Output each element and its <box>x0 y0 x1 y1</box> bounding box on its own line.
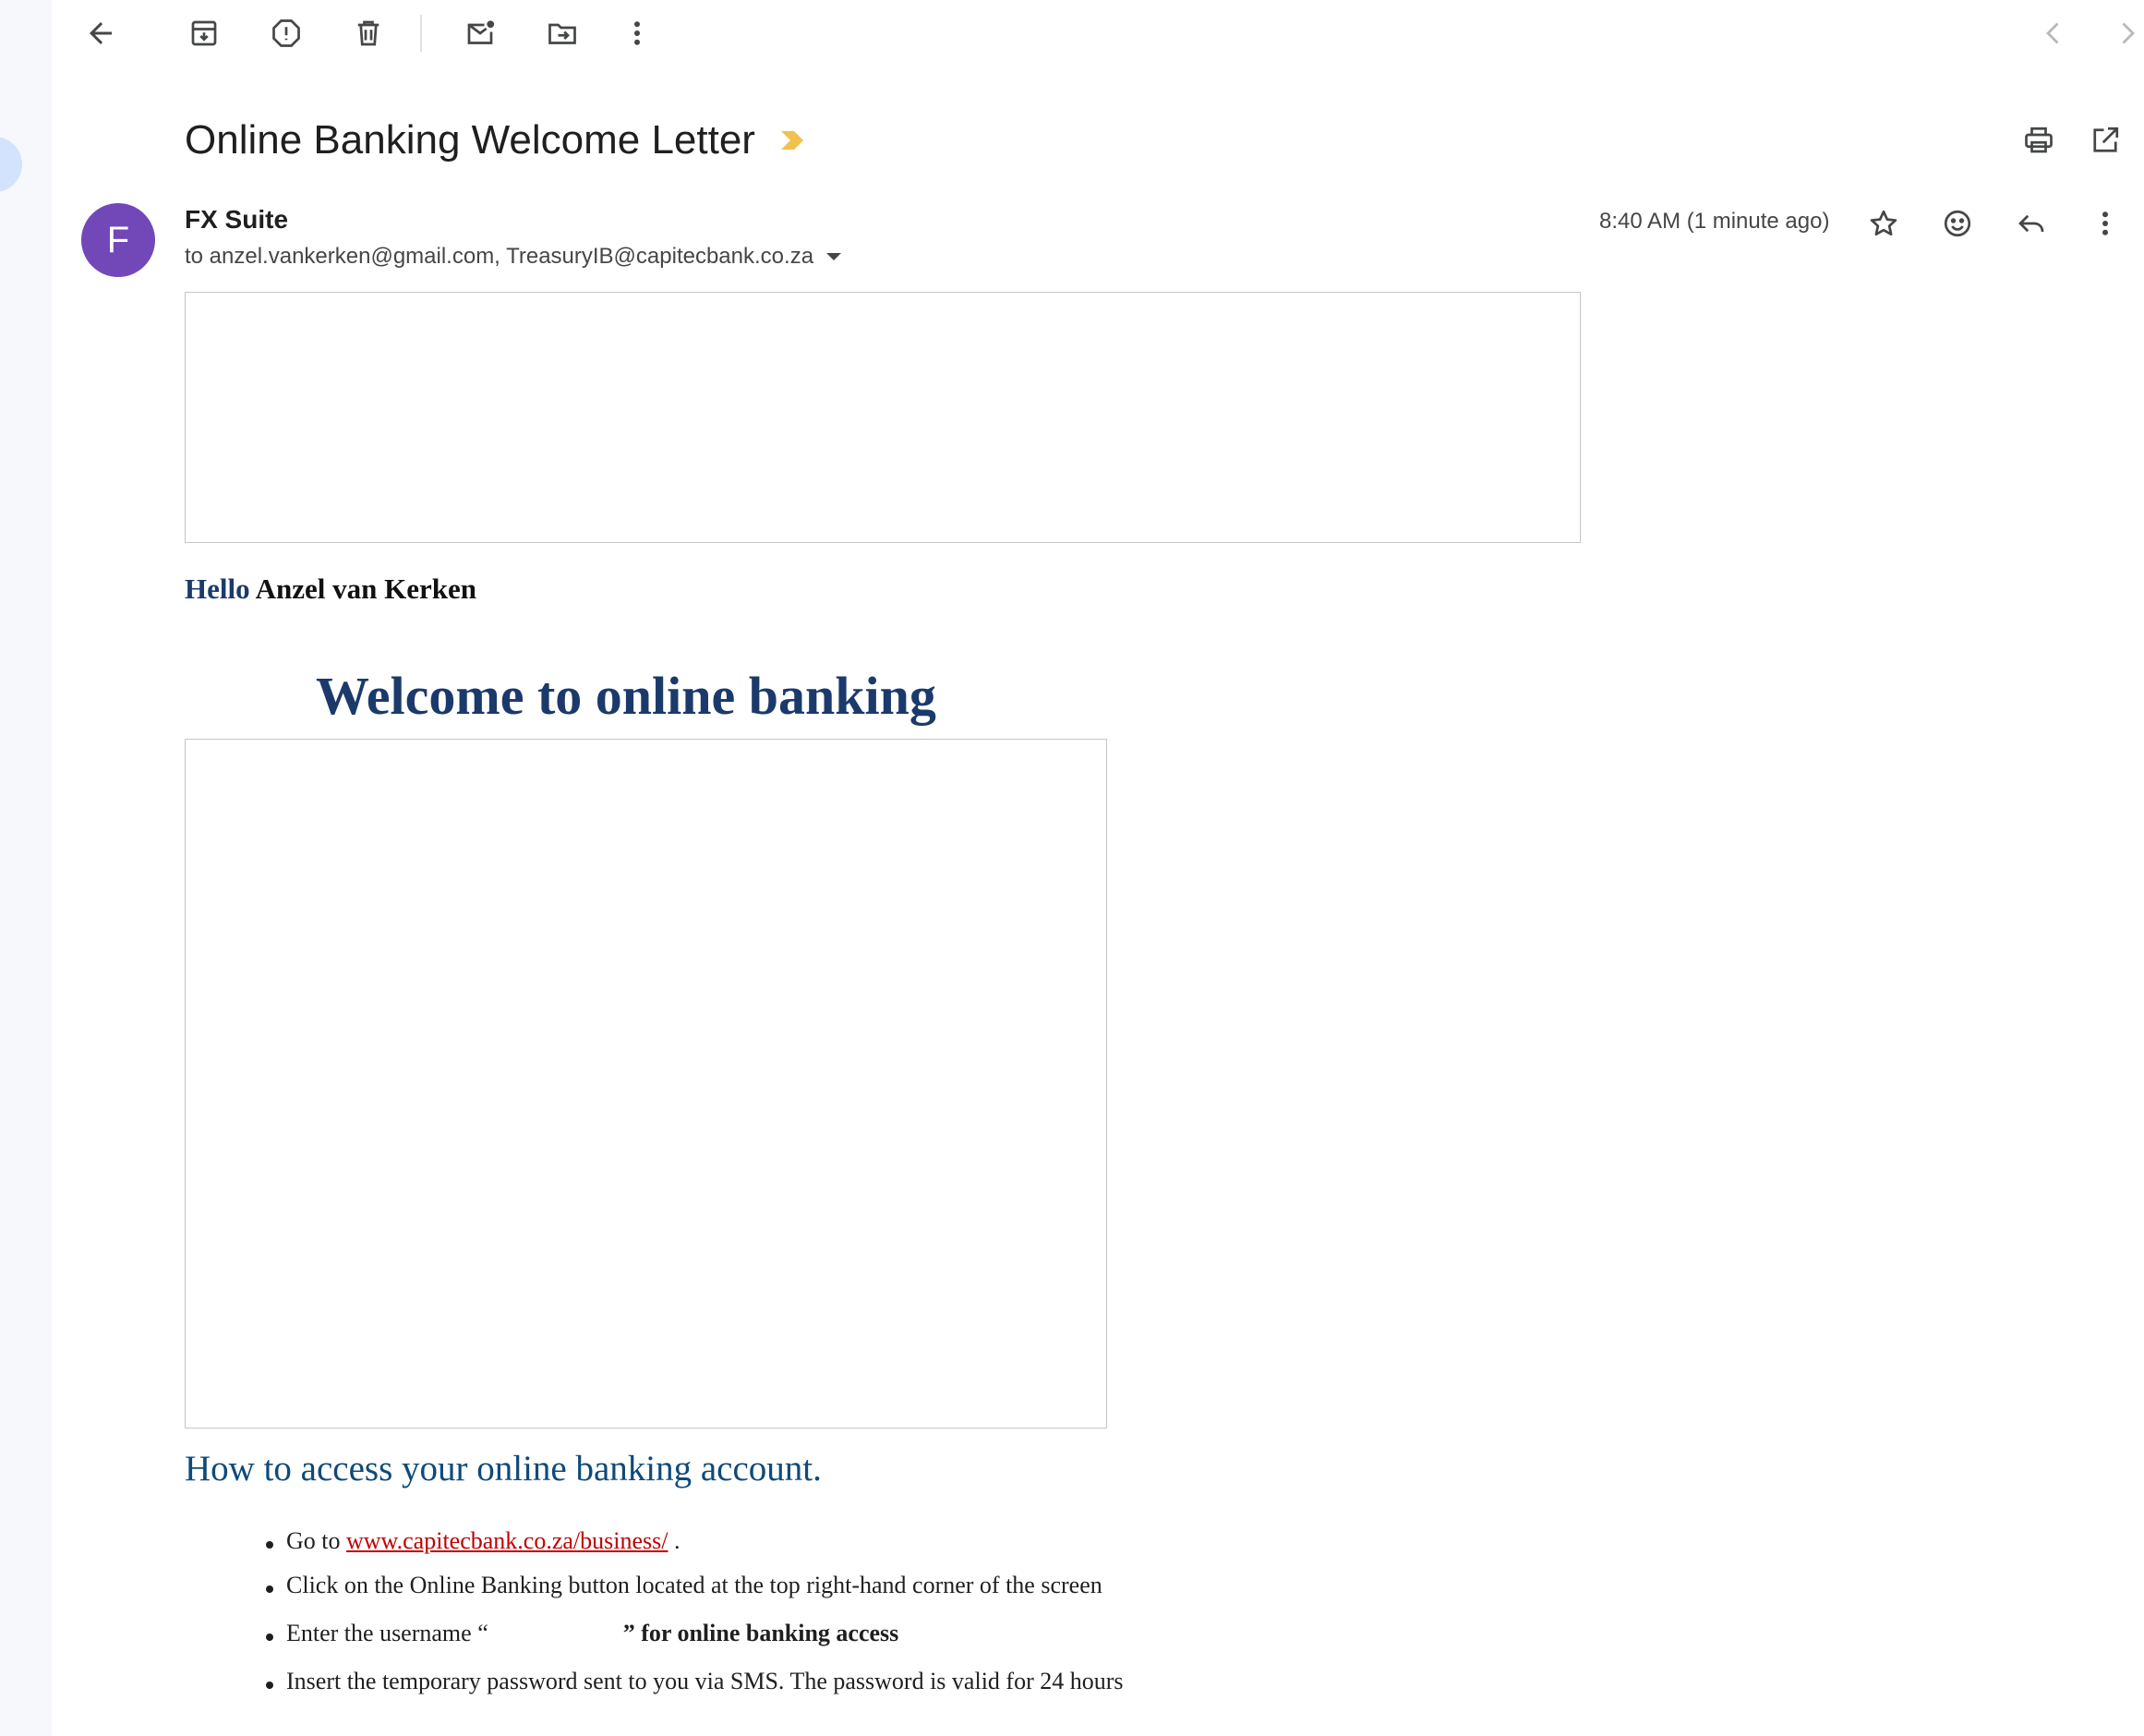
move-to-icon <box>548 23 576 44</box>
newer-chevron-icon <box>2046 22 2059 44</box>
more-vert-icon <box>634 21 640 45</box>
message-more-button[interactable] <box>2078 196 2133 251</box>
howto-heading: How to access your online banking accoun… <box>185 1449 822 1489</box>
banner-image-placeholder <box>185 739 1107 1429</box>
newer-button[interactable] <box>2026 6 2081 61</box>
step-text: Go to <box>286 1527 341 1554</box>
add-reaction-button[interactable] <box>1930 196 1985 251</box>
more-vert-icon <box>2102 211 2108 235</box>
move-to-button[interactable] <box>535 6 590 61</box>
report-spam-icon <box>272 19 300 47</box>
print-all-button[interactable] <box>2011 113 2066 168</box>
subject-row: Online Banking Welcome Letter <box>185 113 809 168</box>
step-text: Enter the username “ <box>286 1620 488 1646</box>
delete-icon <box>357 20 379 46</box>
back-button[interactable] <box>73 6 128 61</box>
greeting: Hello Anzel van Kerken <box>185 573 476 606</box>
back-arrow-icon <box>90 22 112 44</box>
business-link[interactable]: www.capitecbank.co.za/business/ <box>346 1527 668 1554</box>
list-item: Enter the username “ ” for online banking… <box>244 1620 1124 1668</box>
list-item: Insert the temporary password sent to yo… <box>244 1668 1124 1695</box>
show-details-dropdown-icon[interactable] <box>826 253 842 260</box>
left-nav-strip <box>0 0 52 1736</box>
greeting-hello: Hello <box>185 573 250 605</box>
older-chevron-icon <box>2122 22 2135 44</box>
print-icon <box>2025 127 2053 153</box>
star-icon <box>1870 210 1897 236</box>
archive-icon <box>191 20 217 46</box>
older-button[interactable] <box>2100 6 2144 61</box>
access-steps-list: Go to www.capitecbank.co.za/business/ . … <box>244 1527 1124 1695</box>
open-new-window-button[interactable] <box>2078 113 2133 168</box>
email-timestamp: 8:40 AM (1 minute ago) <box>1599 209 1830 234</box>
delete-button[interactable] <box>341 6 396 61</box>
mark-unread-icon <box>467 20 495 44</box>
mark-unread-button[interactable] <box>452 6 508 61</box>
recipients-text: to anzel.vankerken@gmail.com, TreasuryIB… <box>185 244 814 269</box>
archive-button[interactable] <box>176 6 232 61</box>
reply-button[interactable] <box>2004 196 2059 251</box>
step-text: Insert the temporary password sent to yo… <box>286 1668 1124 1694</box>
more-actions-button[interactable] <box>609 6 665 61</box>
toolbar-divider <box>420 15 422 52</box>
open-new-window-icon <box>2093 127 2119 152</box>
welcome-heading: Welcome to online banking <box>316 666 936 726</box>
reply-icon <box>2018 214 2044 233</box>
recipients-row: to anzel.vankerken@gmail.com, TreasuryIB… <box>185 244 842 270</box>
greeting-name: Anzel van Kerken <box>255 573 477 605</box>
list-item: Click on the Online Banking button locat… <box>244 1572 1124 1620</box>
star-button[interactable] <box>1856 196 1911 251</box>
list-item: Go to www.capitecbank.co.za/business/ . <box>244 1527 1124 1572</box>
emoji-reaction-icon <box>1944 210 1971 237</box>
step-text: . <box>673 1527 681 1554</box>
sender-name[interactable]: FX Suite <box>185 205 288 235</box>
step-text: Click on the Online Banking button locat… <box>286 1572 1102 1598</box>
report-spam-button[interactable] <box>259 6 314 61</box>
importance-marker-icon[interactable] <box>779 129 809 151</box>
step-text-bold: for online banking access <box>641 1620 899 1646</box>
email-subject: Online Banking Welcome Letter <box>185 117 755 163</box>
step-text-bold: ” <box>622 1620 635 1646</box>
header-image-placeholder <box>185 292 1581 543</box>
sender-avatar: F <box>81 203 155 277</box>
